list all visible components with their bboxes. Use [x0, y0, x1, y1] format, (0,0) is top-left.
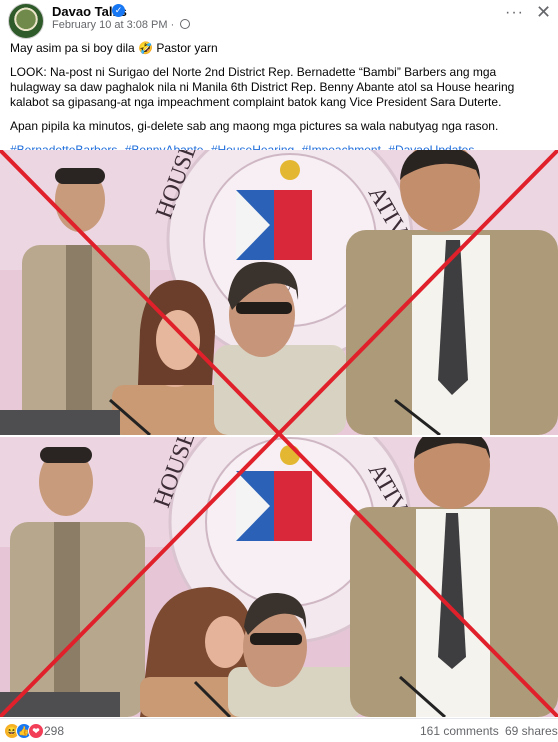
- shares-count[interactable]: 69 shares: [505, 724, 558, 738]
- comments-count[interactable]: 161 comments: [420, 724, 499, 738]
- globe-icon: [180, 19, 191, 29]
- post-date[interactable]: February 10 at 3:08 PM: [52, 19, 168, 31]
- close-icon[interactable]: ✕: [536, 2, 551, 23]
- photo-top-illustration: HOUSE ATIV 7: [0, 150, 558, 435]
- reaction-count[interactable]: 298: [44, 724, 64, 738]
- caption-paragraph-2: LOOK: Na-post ni Surigao del Norte 2nd D…: [10, 65, 515, 109]
- page-avatar[interactable]: [8, 3, 44, 39]
- caption-paragraph-3: Apan pipila ka minutos, gi-delete sab an…: [10, 119, 499, 133]
- post-photo-top[interactable]: HOUSE ATIV 7: [0, 150, 558, 435]
- post-photo-bottom[interactable]: HOUSE ATIV: [0, 437, 558, 717]
- caption-line-1: May asim pa si boy dila 🤣 Pastor yarn: [10, 41, 218, 55]
- post-header: Davao Talks ✓ February 10 at 3:08 PM · ·…: [0, 0, 558, 39]
- more-options-button[interactable]: ···: [505, 4, 524, 22]
- verified-badge-icon: ✓: [112, 4, 125, 17]
- love-icon: ❤: [28, 723, 44, 739]
- post-caption: May asim pa si boy dila 🤣 Pastor yarn LO…: [10, 41, 550, 167]
- meta-separator: ·: [170, 19, 175, 31]
- post-footer: 😆 👍 ❤ 298 161 comments 69 shares: [0, 718, 558, 742]
- photo-bottom-illustration: HOUSE ATIV: [0, 437, 558, 717]
- post-meta: February 10 at 3:08 PM ·: [52, 19, 191, 31]
